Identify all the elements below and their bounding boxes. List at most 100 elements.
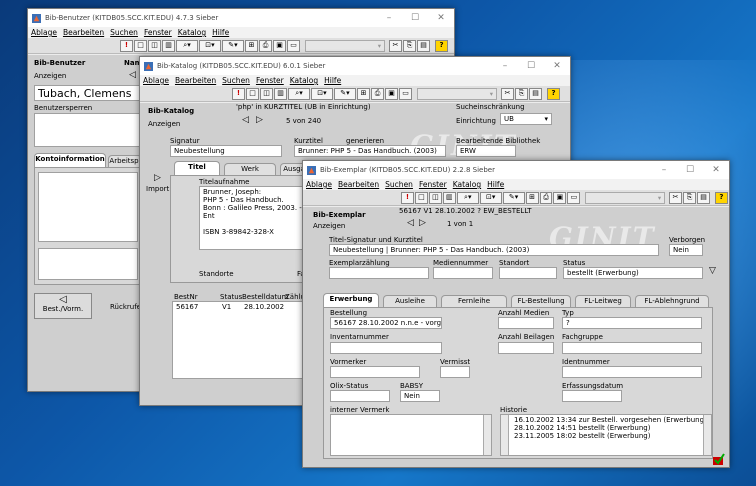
filter-icon[interactable]: ⊡▾: [479, 191, 502, 204]
fachgruppe-field[interactable]: [562, 342, 702, 354]
print-icon[interactable]: ⎙: [259, 39, 272, 52]
erfassungsdatum-field[interactable]: [562, 390, 622, 402]
titelsignatur-field[interactable]: Neubestellung | Brunner: PHP 5 - Das Han…: [329, 244, 659, 256]
delete-icon[interactable]: ▥: [162, 39, 175, 52]
interner-vermerk-field[interactable]: [330, 414, 492, 456]
title-bar[interactable]: Bib-Exemplar (KITDB05.SCC.KIT.EDU) 2.2.8…: [303, 161, 729, 179]
menu-bearbeiten[interactable]: Bearbeiten: [338, 180, 379, 189]
maximize-icon[interactable]: ☐: [402, 13, 428, 23]
verborgen-field[interactable]: Nein: [669, 244, 703, 256]
menu-katalog[interactable]: Katalog: [453, 180, 481, 189]
maximize-icon[interactable]: ☐: [518, 61, 544, 71]
identnummer-field[interactable]: [562, 366, 702, 378]
save-icon[interactable]: ▣: [385, 87, 398, 100]
typ-field[interactable]: ?: [562, 317, 702, 329]
next-arrow-icon[interactable]: ▷: [256, 115, 263, 125]
menu-bearbeiten[interactable]: Bearbeiten: [175, 76, 216, 85]
menu-ablage[interactable]: Ablage: [306, 180, 332, 189]
menu-suchen[interactable]: Suchen: [222, 76, 250, 85]
mediennummer-field[interactable]: [433, 267, 493, 279]
link-icon[interactable]: ⊞: [357, 87, 370, 100]
alert-icon[interactable]: !: [232, 87, 245, 100]
help-icon[interactable]: ?: [714, 191, 728, 204]
menu-hilfe[interactable]: Hilfe: [324, 76, 341, 85]
tab-erwerbung[interactable]: Erwerbung: [323, 293, 379, 307]
edit-icon[interactable]: ✎▾: [222, 39, 244, 52]
clipboard-icon[interactable]: ▤: [417, 39, 430, 52]
context-dropdown[interactable]: ▾: [585, 191, 666, 204]
paste-icon[interactable]: ⎘: [683, 191, 697, 204]
context-dropdown[interactable]: ▾: [417, 87, 497, 100]
tab-fl-leitweg[interactable]: FL-Leitweg: [575, 295, 631, 307]
konto-box-2[interactable]: [38, 248, 138, 280]
help-icon[interactable]: ?: [435, 39, 448, 52]
user-name-field[interactable]: Tubach, Clemens: [34, 85, 142, 101]
filter-icon[interactable]: ⊡▾: [311, 87, 333, 100]
bestellung-field[interactable]: 56167 28.10.2002 n.n.e - vorgr: [330, 317, 442, 329]
check-icon[interactable]: [713, 453, 725, 465]
best-vorm-button[interactable]: ◁ Best./Vorm.: [34, 293, 92, 319]
print-icon[interactable]: ⎙: [539, 191, 553, 204]
menu-bearbeiten[interactable]: Bearbeiten: [63, 28, 104, 37]
new-icon[interactable]: □: [246, 87, 259, 100]
historie-field[interactable]: 16.10.2002 13:34 zur Bestell. vorgesehen…: [500, 414, 712, 456]
tab-titel[interactable]: Titel: [174, 161, 220, 175]
close-icon[interactable]: ✕: [544, 61, 570, 71]
tab-arbeitsplatz[interactable]: Arbeitspl: [108, 155, 142, 167]
title-bar[interactable]: Bib-Katalog (KITDB05.SCC.KIT.EDU) 6.0.1 …: [140, 57, 570, 75]
link-icon[interactable]: ⊞: [525, 191, 539, 204]
table-row[interactable]: 56167 V1 28.10.2002: [176, 303, 308, 312]
paste-icon[interactable]: ⎘: [515, 87, 528, 100]
search-icon[interactable]: ⌕▾: [456, 191, 479, 204]
tab-fl-bestellung[interactable]: FL-Bestellung: [511, 295, 571, 307]
prev-arrow-icon[interactable]: ◁: [407, 218, 414, 228]
print-icon[interactable]: ⎙: [371, 87, 384, 100]
menu-fenster[interactable]: Fenster: [419, 180, 447, 189]
triangle-down-icon[interactable]: ▽: [709, 266, 716, 276]
link-icon[interactable]: ⊞: [245, 39, 258, 52]
prev-arrow-icon[interactable]: ◁: [129, 70, 136, 80]
menu-katalog[interactable]: Katalog: [178, 28, 206, 37]
import-arrow-icon[interactable]: ▷: [154, 173, 161, 183]
alert-icon[interactable]: !: [401, 191, 414, 204]
edit-icon[interactable]: ✎▾: [502, 191, 525, 204]
status-field[interactable]: bestellt (Erwerbung): [563, 267, 703, 279]
minimize-icon[interactable]: –: [492, 61, 518, 71]
help-icon[interactable]: ?: [547, 87, 560, 100]
clipboard-icon[interactable]: ▤: [529, 87, 542, 100]
search-icon[interactable]: ⌕▾: [176, 39, 198, 52]
vormerker-field[interactable]: [330, 366, 420, 378]
signatur-field[interactable]: Neubestellung: [170, 145, 282, 157]
titelaufnahme-box[interactable]: Brunner, Joseph: PHP 5 - Das Handbuch. B…: [199, 186, 309, 250]
inventarnummer-field[interactable]: [330, 342, 442, 354]
copy-icon[interactable]: ◫: [428, 191, 442, 204]
menu-suchen[interactable]: Suchen: [110, 28, 138, 37]
olix-status-field[interactable]: [330, 390, 390, 402]
tab-werk[interactable]: Werk: [224, 163, 276, 175]
paste-icon[interactable]: ⎘: [403, 39, 416, 52]
minimize-icon[interactable]: –: [376, 13, 402, 23]
menu-fenster[interactable]: Fenster: [144, 28, 172, 37]
new-icon[interactable]: □: [134, 39, 147, 52]
delete-icon[interactable]: ▥: [442, 191, 456, 204]
import-label[interactable]: Import: [146, 185, 169, 193]
cut-icon[interactable]: ✂: [669, 191, 683, 204]
tab-ausleihe[interactable]: Ausleihe: [383, 295, 437, 307]
close-icon[interactable]: ✕: [703, 165, 729, 175]
copy-icon[interactable]: ◫: [260, 87, 273, 100]
einrichtung-select[interactable]: UB ▾: [500, 113, 552, 125]
exemplarzaehlung-field[interactable]: [329, 267, 429, 279]
clipboard-icon[interactable]: ▤: [697, 191, 710, 204]
babsy-field[interactable]: Nein: [400, 390, 440, 402]
copy-icon[interactable]: ◫: [148, 39, 161, 52]
context-dropdown[interactable]: ▾: [305, 39, 385, 52]
title-bar[interactable]: Bib-Benutzer (KITDB05.SCC.KIT.EDU) 4.7.3…: [28, 9, 454, 27]
close-icon[interactable]: ✕: [428, 13, 454, 23]
edit-icon[interactable]: ✎▾: [334, 87, 356, 100]
menu-katalog[interactable]: Katalog: [290, 76, 318, 85]
menu-suchen[interactable]: Suchen: [385, 180, 413, 189]
menu-ablage[interactable]: Ablage: [31, 28, 57, 37]
anzahl-medien-field[interactable]: [498, 317, 554, 329]
menu-fenster[interactable]: Fenster: [256, 76, 284, 85]
scrollbar[interactable]: [483, 415, 491, 455]
